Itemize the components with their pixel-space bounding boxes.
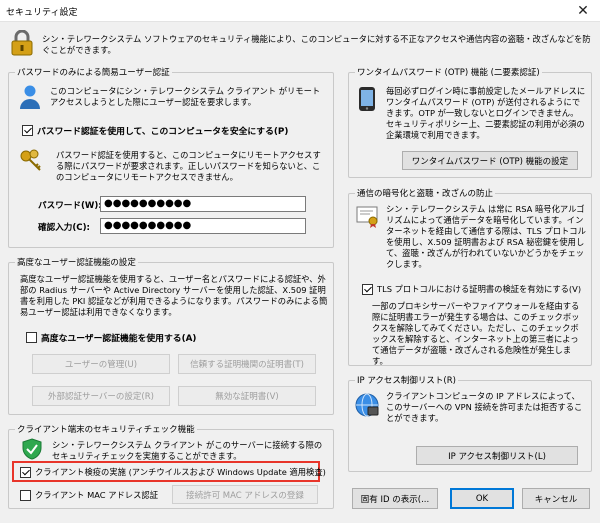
ip-access-list-button[interactable]: IP アクセス制御リスト(L)	[416, 446, 578, 465]
password-auth-note: パスワード認証を使用すると、このコンピュータにリモートアクセスする際にパスワード…	[56, 150, 321, 182]
phone-icon	[359, 87, 375, 111]
encryption-description: シン・テレワークシステム は常に RSA 暗号化アルゴリズムによって通信データを…	[386, 204, 586, 269]
network-globe-icon	[355, 393, 379, 417]
revoked-cert-button[interactable]: 無効な証明書(V)	[178, 386, 316, 406]
close-icon[interactable]: ✕	[566, 0, 600, 22]
password-auth-checkbox[interactable]: パスワード認証を使用して、このコンピュータを安全にする(P)	[22, 124, 288, 137]
password-auth-check-box[interactable]	[22, 125, 33, 136]
trusted-ca-button[interactable]: 信頼する証明機関の証明書(T)	[178, 354, 316, 374]
client-check-legend: クライアント端末のセキュリティチェック機能	[15, 423, 197, 435]
password-auth-checkbox-label: パスワード認証を使用して、このコンピュータを安全にする(P)	[37, 127, 289, 137]
confirm-password-input[interactable]: ●●●●●●●●●●	[100, 218, 306, 234]
advanced-auth-description: 高度なユーザー認証機能を使用すると、ユーザー名とパスワードによる認証や、外部の …	[20, 274, 328, 317]
password-label: パスワード(W):	[38, 201, 102, 211]
user-management-button[interactable]: ユーザーの管理(U)	[32, 354, 170, 374]
tls-verify-label: TLS プロトコルにおける証明書の検証を有効にする(V)	[377, 284, 582, 294]
mac-auth-label: クライアント MAC アドレス認証	[35, 490, 158, 500]
mac-register-button[interactable]: 接続許可 MAC アドレスの登録	[172, 485, 318, 504]
simple-auth-description: このコンピュータにシン・テレワークシステム クライアント がリモートアクセスしよ…	[50, 86, 321, 107]
external-auth-server-button[interactable]: 外部認証サーバーの設定(R)	[32, 386, 170, 406]
window-title: セキュリティ設定	[6, 8, 78, 18]
show-unique-id-button[interactable]: 固有 ID の表示(...	[352, 488, 438, 509]
mac-auth-checkbox[interactable]: クライアント MAC アドレス認証	[20, 489, 158, 501]
client-inspection-checkbox[interactable]: クライアント検疫の実施 (アンチウイルスおよび Windows Update 適…	[20, 466, 326, 478]
tls-verify-check-box[interactable]	[362, 283, 373, 295]
cancel-button[interactable]: キャンセル	[522, 488, 590, 509]
otp-description: 毎回必ずログイン時に事前設定したメールアドレスにワンタイムパスワード (OTP)…	[386, 86, 586, 140]
mac-auth-check-box[interactable]	[20, 489, 31, 501]
client-inspection-check-box[interactable]	[20, 466, 31, 478]
confirm-label: 確認入力(C):	[38, 223, 90, 233]
shield-icon	[22, 438, 42, 460]
otp-settings-button[interactable]: ワンタイムパスワード (OTP) 機能の設定	[402, 151, 578, 170]
advanced-auth-check-box[interactable]	[26, 332, 37, 343]
tls-verify-note: 一部のプロキシサーバーやファイアウォールを経由する際に証明書エラーが発生する場合…	[372, 301, 580, 366]
ip-access-description: クライアントコンピュータの IP アドレスによって、このサーバーへの VPN 接…	[386, 391, 583, 423]
advanced-auth-checkbox-label: 高度なユーザー認証機能を使用する(A)	[41, 334, 197, 344]
ip-access-legend: IP アクセス制御リスト(R)	[355, 374, 458, 386]
tls-verify-checkbox[interactable]: TLS プロトコルにおける証明書の検証を有効にする(V)	[362, 283, 581, 295]
otp-legend: ワンタイムパスワード (OTP) 機能 (二要素認証)	[355, 66, 542, 78]
password-input[interactable]: ●●●●●●●●●●	[100, 196, 306, 212]
advanced-auth-legend: 高度なユーザー認証機能の設定	[15, 256, 138, 268]
client-check-description: シン・テレワークシステム クライアント がこのサーバーに接続する際のセキュリティ…	[52, 440, 323, 461]
client-inspection-label: クライアント検疫の実施 (アンチウイルスおよび Windows Update 適…	[35, 467, 326, 477]
advanced-auth-checkbox[interactable]: 高度なユーザー認証機能を使用する(A)	[26, 331, 196, 344]
certificate-icon	[356, 206, 378, 228]
title-bar: セキュリティ設定 ✕	[0, 0, 600, 22]
simple-auth-legend: パスワードのみによる簡易ユーザー認証	[15, 66, 172, 78]
keys-icon	[20, 149, 41, 171]
lock-icon	[11, 30, 33, 56]
encryption-legend: 通信の暗号化と盗聴・改ざんの防止	[355, 187, 496, 199]
user-icon	[20, 85, 40, 109]
ok-button[interactable]: OK	[450, 488, 514, 509]
header-description: シン・テレワークシステム ソフトウェアのセキュリティ機能により、このコンピュータ…	[42, 34, 591, 55]
